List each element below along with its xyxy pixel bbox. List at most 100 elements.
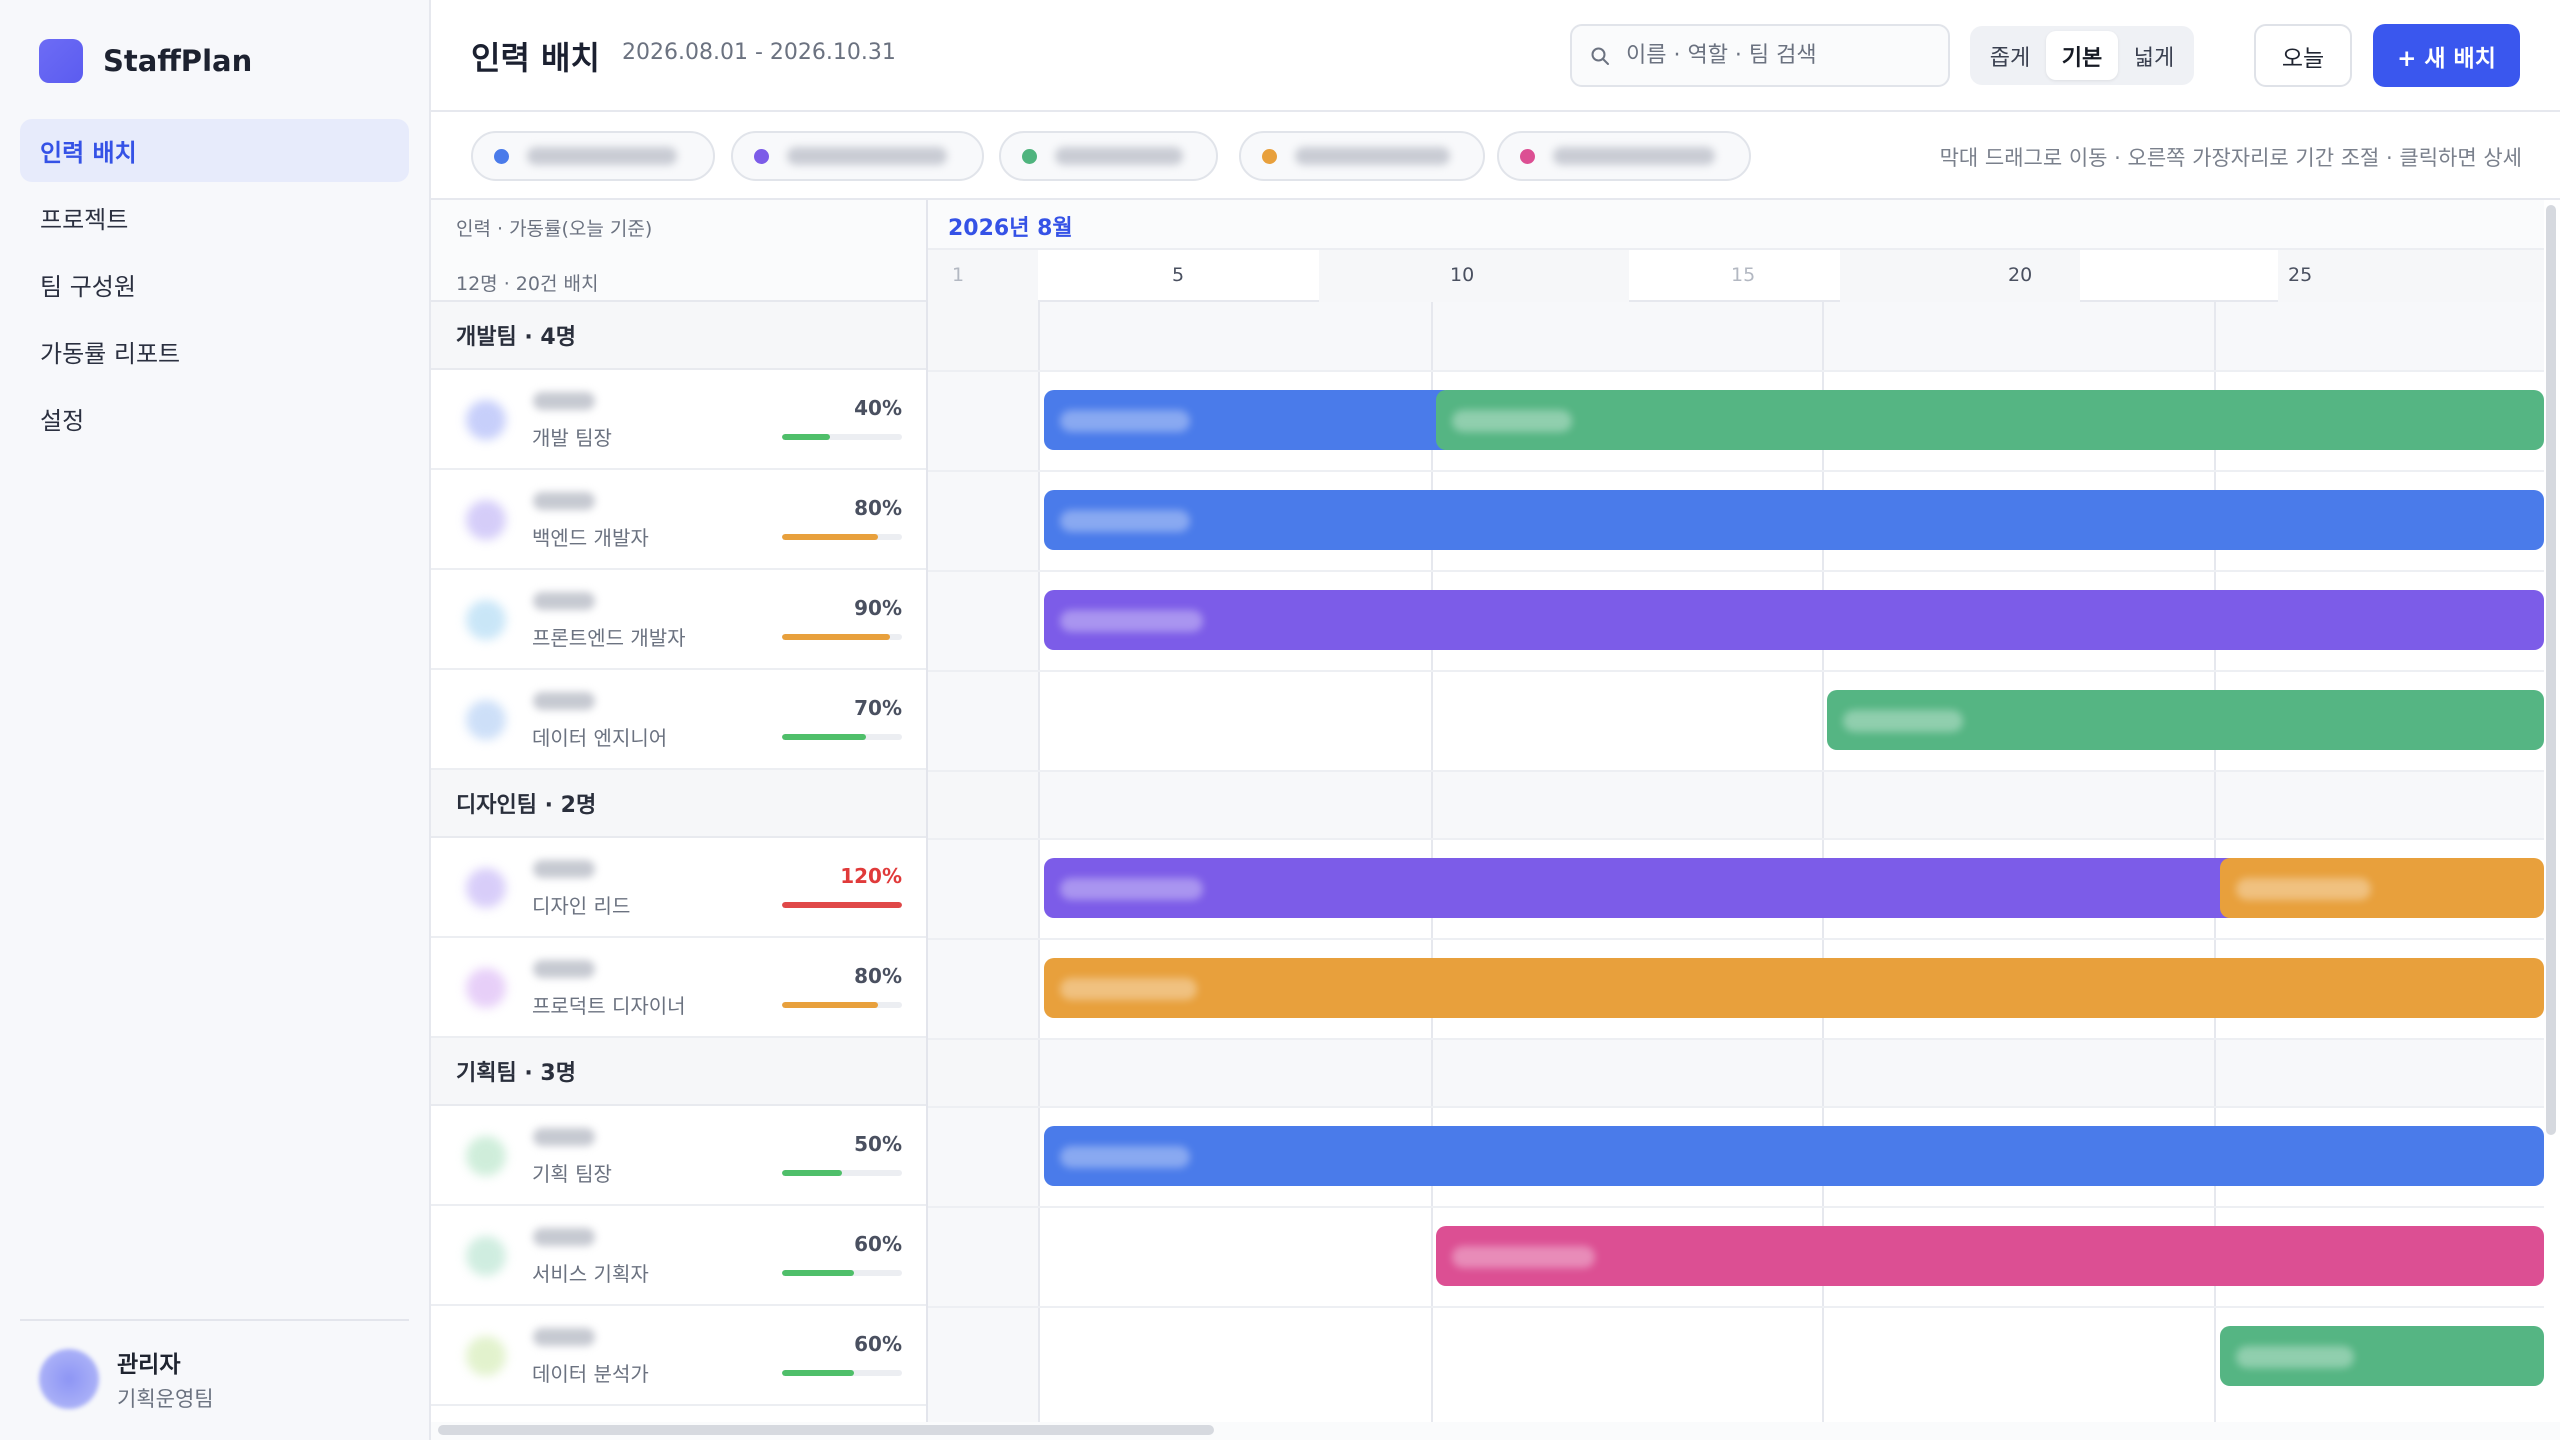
timeline-month-header: 2026년 8월 xyxy=(928,200,2544,250)
person-role: 백엔드 개발자 xyxy=(532,526,649,550)
row-divider xyxy=(928,770,2544,772)
utilization-bar-fill xyxy=(782,634,890,640)
avatar xyxy=(466,1336,506,1376)
assignment-bar[interactable] xyxy=(1044,490,2544,550)
person-row[interactable]: 데이터 분석가 60% xyxy=(431,1306,926,1406)
search-input[interactable] xyxy=(1626,43,1926,68)
row-divider xyxy=(928,1306,2544,1308)
bar-label-redacted xyxy=(1060,610,1203,632)
person-name-redacted xyxy=(533,860,595,878)
vertical-scrollbar[interactable] xyxy=(2546,205,2556,1135)
assignment-bar[interactable] xyxy=(1044,958,2544,1018)
list-header: 인력 · 가동률(오늘 기준) 12명 · 20건 배치 xyxy=(431,200,926,302)
brand[interactable]: StaffPlan xyxy=(39,39,252,83)
group-header[interactable]: 디자인팀 · 2명 xyxy=(431,770,926,838)
group-row xyxy=(928,1038,2544,1106)
app-root: StaffPlan 인력 배치 프로젝트 팀 구성원 가동률 리포트 설정 관리… xyxy=(0,0,2560,1440)
row-divider xyxy=(928,1206,2544,1208)
utilization-percent: 60% xyxy=(854,1332,902,1356)
sidebar: StaffPlan 인력 배치 프로젝트 팀 구성원 가동률 리포트 설정 관리… xyxy=(0,0,431,1440)
assignment-bar[interactable] xyxy=(1436,1226,2544,1286)
horizontal-scrollbar[interactable] xyxy=(438,1425,1214,1435)
search-box[interactable] xyxy=(1570,24,1950,87)
group-row xyxy=(928,770,2544,838)
utilization-bar-fill xyxy=(782,1370,854,1376)
sidebar-item-projects[interactable]: 프로젝트 xyxy=(20,186,409,249)
bar-label-redacted xyxy=(1060,878,1203,900)
row-divider xyxy=(928,370,2544,372)
utilization-bar-fill xyxy=(782,902,902,908)
group-header[interactable]: 기획팀 · 3명 xyxy=(431,1038,926,1106)
utilization-percent: 90% xyxy=(854,596,902,620)
utilization-bar xyxy=(782,902,902,908)
project-filter-chip[interactable] xyxy=(471,131,715,181)
avatar xyxy=(466,1136,506,1176)
utilization-percent: 40% xyxy=(854,396,902,420)
sidebar-item-utilization-report[interactable]: 가동률 리포트 xyxy=(20,320,409,383)
date-range: 2026.08.01 - 2026.10.31 xyxy=(622,40,896,65)
header: 인력 배치 2026.08.01 - 2026.10.31 좁게 기본 넓게 오… xyxy=(431,0,2560,112)
project-filter-chip[interactable] xyxy=(1497,131,1751,181)
person-row[interactable]: 서비스 기획자 60% xyxy=(431,1206,926,1306)
assignment-bar[interactable] xyxy=(1044,1126,2544,1186)
day-label: 20 xyxy=(2008,264,2033,286)
utilization-percent: 50% xyxy=(854,1132,902,1156)
person-row[interactable]: 프로덕트 디자이너 80% xyxy=(431,938,926,1038)
day-label: 5 xyxy=(1172,264,1185,286)
person-role: 데이터 엔지니어 xyxy=(532,726,668,750)
list-header-count: 12명 · 20건 배치 xyxy=(456,273,599,295)
new-assignment-button[interactable]: + 새 배치 xyxy=(2373,24,2520,87)
utilization-percent: 60% xyxy=(854,1232,902,1256)
person-row[interactable]: 디자인 리드 120% xyxy=(431,838,926,938)
avatar xyxy=(39,1349,99,1409)
user-profile[interactable]: 관리자 기획운영팀 xyxy=(39,1345,214,1413)
person-row[interactable]: 기획 팀장 50% xyxy=(431,1106,926,1206)
zoom-default-button[interactable]: 기본 xyxy=(2046,31,2118,80)
project-filter-chip[interactable] xyxy=(1239,131,1485,181)
zoom-narrow-button[interactable]: 좁게 xyxy=(1974,31,2046,80)
user-name: 관리자 xyxy=(117,1352,181,1378)
person-row[interactable]: 프론트엔드 개발자 90% xyxy=(431,570,926,670)
utilization-percent: 70% xyxy=(854,696,902,720)
bar-label-redacted xyxy=(2236,1346,2354,1368)
group-header[interactable]: 개발팀 · 4명 xyxy=(431,302,926,370)
avatar xyxy=(466,968,506,1008)
today-button[interactable]: 오늘 xyxy=(2254,24,2352,87)
row-divider xyxy=(928,938,2544,940)
sidebar-nav: 인력 배치 프로젝트 팀 구성원 가동률 리포트 설정 xyxy=(20,119,409,454)
bar-label-redacted xyxy=(1452,1246,1595,1268)
assignment-bar[interactable] xyxy=(1436,390,2544,450)
avatar xyxy=(466,1236,506,1276)
avatar xyxy=(466,400,506,440)
search-icon xyxy=(1591,47,1609,65)
person-row[interactable]: 개발 팀장 40% xyxy=(431,370,926,470)
person-row[interactable]: 데이터 엔지니어 70% xyxy=(431,670,926,770)
bar-label-redacted xyxy=(1843,710,1963,732)
zoom-wide-button[interactable]: 넓게 xyxy=(2118,31,2190,80)
timeline-grid xyxy=(928,302,2544,1422)
assignment-bar[interactable] xyxy=(2220,858,2544,918)
row-divider xyxy=(928,1106,2544,1108)
assignment-bar[interactable] xyxy=(1044,858,2244,918)
chip-label-redacted xyxy=(527,147,677,165)
sidebar-divider xyxy=(20,1319,409,1321)
assignment-bar[interactable] xyxy=(1044,390,1454,450)
assignment-bar[interactable] xyxy=(2220,1326,2544,1386)
sidebar-item-settings[interactable]: 설정 xyxy=(20,387,409,450)
sidebar-item-staffing[interactable]: 인력 배치 xyxy=(20,119,409,182)
user-text: 관리자 기획운영팀 xyxy=(117,1345,214,1413)
assignment-bar[interactable] xyxy=(1044,590,2544,650)
bar-label-redacted xyxy=(1060,978,1197,1000)
project-filter-chip[interactable] xyxy=(999,131,1218,181)
utilization-bar xyxy=(782,1370,902,1376)
utilization-bar-fill xyxy=(782,734,866,740)
assignment-bar[interactable] xyxy=(1827,690,2544,750)
person-name-redacted xyxy=(533,1228,595,1246)
project-color-dot xyxy=(754,148,769,164)
sidebar-item-team-members[interactable]: 팀 구성원 xyxy=(20,253,409,316)
month-label: 2026년 8월 xyxy=(948,216,1073,241)
project-filter-chip[interactable] xyxy=(731,131,984,181)
person-row[interactable]: 백엔드 개발자 80% xyxy=(431,470,926,570)
utilization-bar-fill xyxy=(782,1270,854,1276)
bar-label-redacted xyxy=(2236,878,2371,900)
